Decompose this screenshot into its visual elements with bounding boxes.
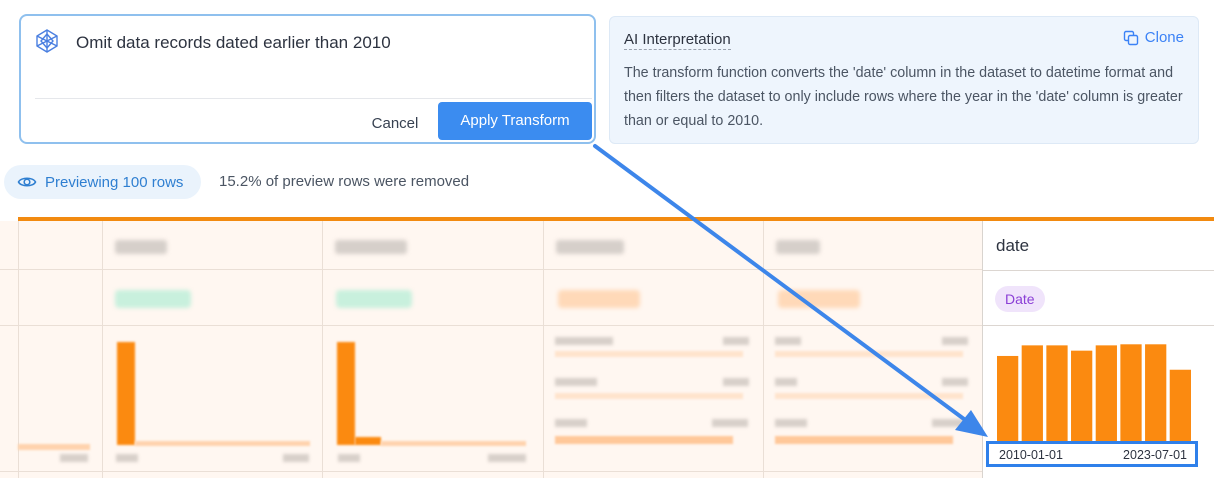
date-histogram-bar[interactable] [1071,350,1093,445]
prompt-input-text[interactable]: Omit data records dated earlier than 201… [76,33,391,53]
column-divider [322,221,323,478]
blurred-histogram-bar [117,342,135,445]
blurred-label [942,378,968,386]
transform-page: Omit data records dated earlier than 201… [0,0,1214,478]
date-header-divider [983,270,1214,271]
blurred-label [338,454,360,462]
date-range-end: 2023-07-01 [1123,448,1187,462]
blurred-bar [775,393,963,399]
blurred-label [775,419,807,427]
blurred-label [555,337,613,345]
column-divider [18,221,19,478]
apply-transform-button[interactable]: Apply Transform [438,102,592,140]
date-histogram [997,344,1191,445]
clone-label: Clone [1144,29,1184,46]
eye-icon [17,177,37,187]
blurred-column-header [335,240,407,254]
blurred-bar [555,436,733,444]
previewing-rows-pill[interactable]: Previewing 100 rows [4,165,201,199]
date-histogram-bar[interactable] [1120,344,1142,445]
blurred-histogram-bar [355,437,381,445]
blurred-histogram [135,441,310,446]
blurred-label [775,337,801,345]
date-histogram-bar[interactable] [1095,345,1117,445]
date-range-highlight: 2010-01-01 2023-07-01 [986,441,1198,467]
blurred-label [555,419,587,427]
type-row-divider [0,325,982,326]
ai-sparkle-icon [36,29,58,53]
copy-icon [1123,30,1138,45]
blurred-column-header [776,240,820,254]
prompt-divider [35,98,592,99]
blurred-label [555,378,597,386]
column-divider [543,221,544,478]
date-column-header[interactable]: date [996,236,1029,256]
date-type-badge: Date [995,286,1045,312]
column-divider [763,221,764,478]
blurred-label [723,378,749,386]
blurred-label [932,419,968,427]
blurred-bar [555,393,743,399]
blurred-column-header [556,240,624,254]
blurred-type-tag [115,290,191,308]
ai-interpretation-title: AI Interpretation [624,31,731,50]
blurred-histogram [18,444,90,450]
rows-removed-text: 15.2% of preview rows were removed [219,173,470,190]
date-column: date Date 2010-01-01 2023-07-01 [982,221,1214,478]
cancel-button[interactable]: Cancel [359,106,431,142]
transform-prompt-card[interactable]: Omit data records dated earlier than 201… [19,14,596,144]
blurred-label [775,378,797,386]
ai-interpretation-panel: AI Interpretation Clone The transform fu… [609,16,1199,144]
ai-interpretation-description: The transform function converts the 'dat… [624,65,1183,129]
blurred-label [942,337,968,345]
date-histogram-bar[interactable] [1169,369,1191,445]
histogram-row-divider [0,471,982,472]
date-histogram-bar[interactable] [997,355,1019,445]
blurred-label [488,454,526,462]
blurred-label [60,454,88,462]
date-histogram-bar[interactable] [1145,344,1167,445]
date-range-start: 2010-01-01 [999,448,1063,462]
blurred-bar [775,351,963,357]
previewing-rows-label: Previewing 100 rows [45,173,184,191]
clone-button[interactable]: Clone [1123,29,1184,46]
blurred-type-tag [558,290,640,308]
blurred-histogram [381,441,526,446]
blurred-column-header [115,240,167,254]
column-divider [102,221,103,478]
blurred-histogram-bar [337,342,355,445]
blurred-label [712,419,748,427]
blurred-type-tag [778,290,860,308]
date-histogram-bar[interactable] [1046,345,1068,445]
blurred-label [116,454,138,462]
blurred-bar [775,436,953,444]
date-histogram-bar[interactable] [1021,345,1043,445]
header-row-divider [0,269,982,270]
blurred-label [723,337,749,345]
blurred-label [283,454,309,462]
blurred-type-tag [336,290,412,308]
blurred-bar [555,351,743,357]
date-type-divider [983,325,1214,326]
